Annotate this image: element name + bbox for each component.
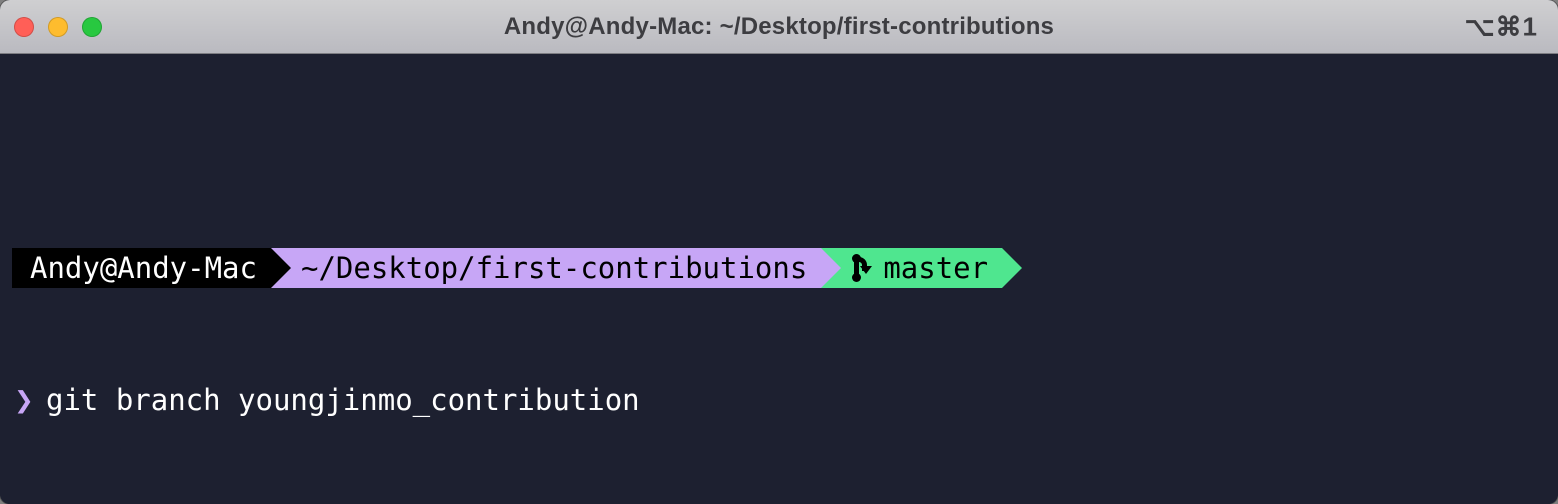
terminal-body[interactable]: Andy@Andy-Mac ~/Desktop/first-contributi… (0, 54, 1558, 504)
window-titlebar[interactable]: Andy@Andy-Mac: ~/Desktop/first-contribut… (0, 0, 1558, 54)
prompt-host-segment: Andy@Andy-Mac (12, 248, 271, 288)
command-line: ❯ git branch youngjinmo_contribution (12, 378, 1550, 422)
prompt-host: Andy@Andy-Mac (30, 248, 257, 288)
close-icon[interactable] (14, 17, 34, 37)
shortcut-indicator: ⌥⌘1 (1465, 11, 1538, 42)
prompt-path-segment: ~/Desktop/first-contributions (271, 248, 821, 288)
terminal-window: Andy@Andy-Mac: ~/Desktop/first-contribut… (0, 0, 1558, 504)
prompt-glyph-icon: ❯ (12, 378, 36, 422)
prompt-path: ~/Desktop/first-contributions (301, 248, 807, 288)
command-text: git branch youngjinmo_contribution (36, 378, 640, 422)
minimize-icon[interactable] (48, 17, 68, 37)
zoom-icon[interactable] (82, 17, 102, 37)
prompt-branch: master (883, 248, 988, 288)
window-title: Andy@Andy-Mac: ~/Desktop/first-contribut… (504, 13, 1054, 41)
prompt-branch-segment: master (821, 248, 1002, 288)
window-controls (14, 17, 102, 37)
git-branch-icon (851, 254, 871, 282)
prompt-line: Andy@Andy-Mac ~/Desktop/first-contributi… (12, 246, 1550, 290)
